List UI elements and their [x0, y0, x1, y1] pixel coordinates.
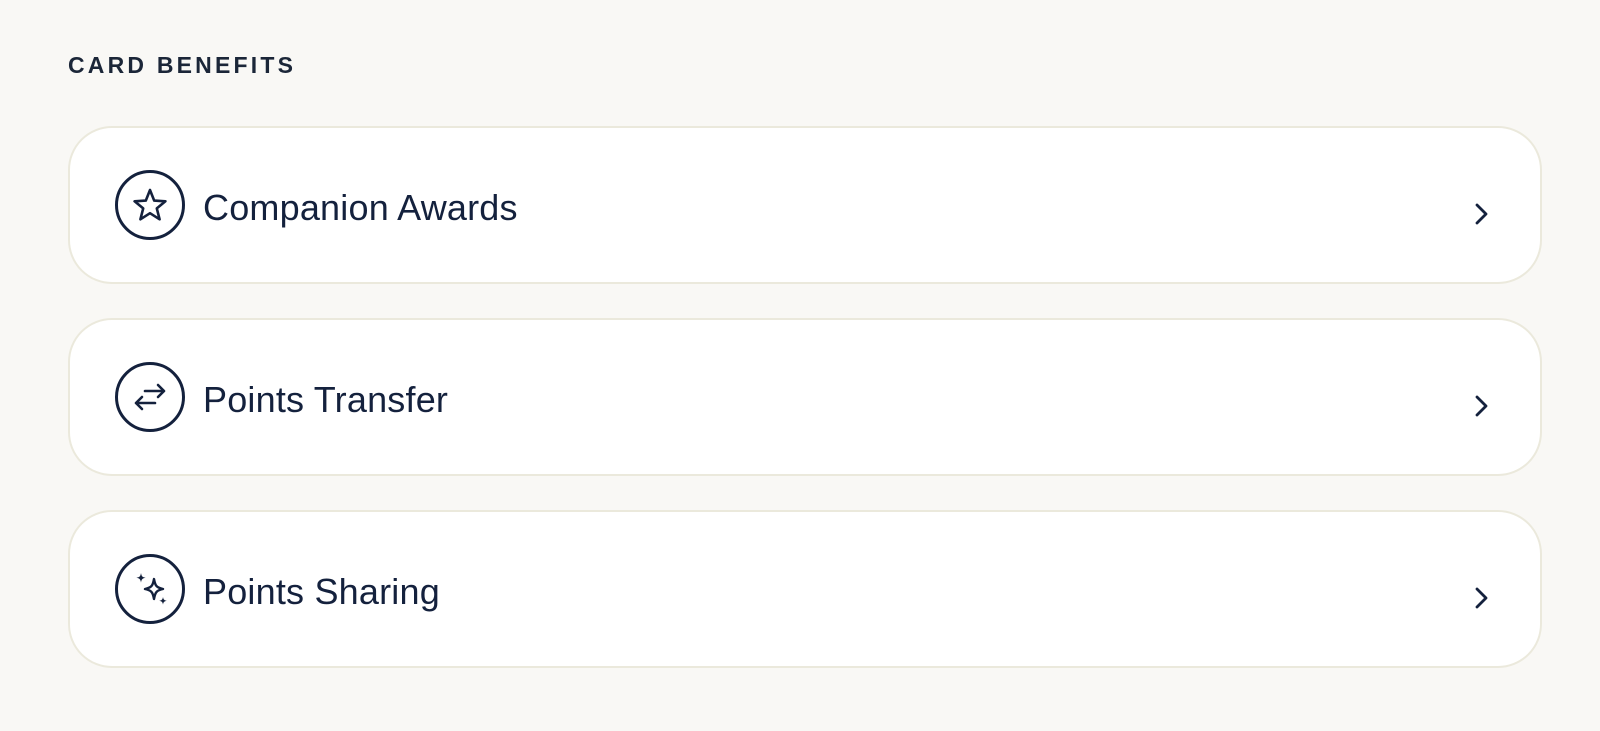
card-benefits-page: CARD BENEFITS Companion Awards Points Tr…: [0, 0, 1600, 731]
arrows-exchange-icon: [115, 362, 185, 432]
star-icon: [115, 170, 185, 240]
chevron-right-icon: [1472, 200, 1492, 228]
benefit-label: Points Transfer: [203, 379, 449, 420]
benefit-label: Companion Awards: [203, 187, 518, 228]
sparkles-icon: [115, 554, 185, 624]
benefit-card-companion-awards[interactable]: Companion Awards: [68, 126, 1542, 284]
chevron-right-icon: [1472, 584, 1492, 612]
section-title: CARD BENEFITS: [68, 52, 297, 78]
chevron-right-icon: [1472, 392, 1492, 420]
benefit-label: Points Sharing: [203, 571, 440, 612]
benefit-card-points-sharing[interactable]: Points Sharing: [68, 510, 1542, 668]
benefit-card-points-transfer[interactable]: Points Transfer: [68, 318, 1542, 476]
